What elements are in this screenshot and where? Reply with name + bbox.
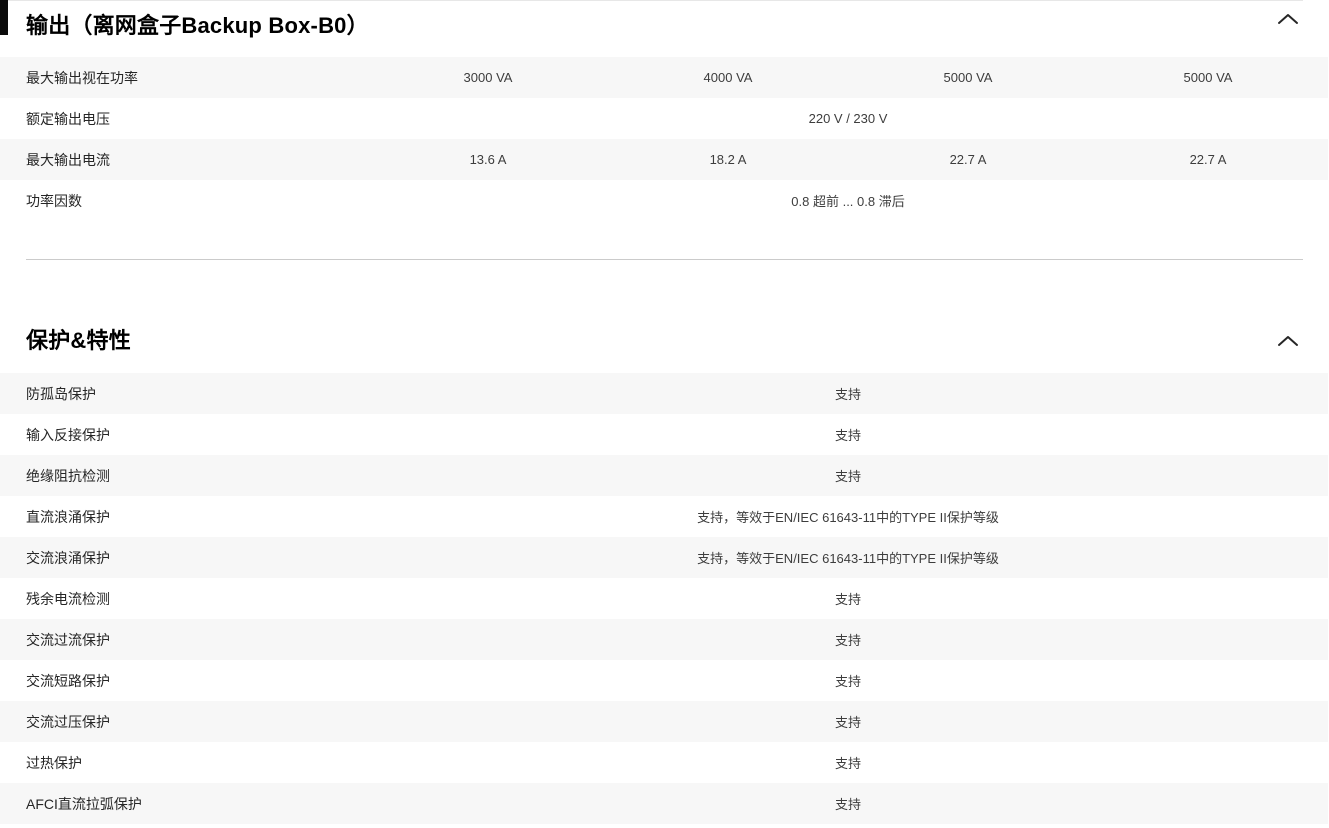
table-row: 交流短路保护 支持 — [0, 660, 1328, 701]
row-value: 220 V / 230 V — [368, 111, 1328, 126]
row-label: 最大输出电流 — [0, 150, 368, 170]
table-row: AFCI直流拉弧保护 支持 — [0, 783, 1328, 824]
spec-page: 输出（离网盒子Backup Box-B0） 最大输出视在功率 3000 VA 4… — [0, 0, 1329, 828]
section-divider — [26, 259, 1303, 260]
row-label: 功率因数 — [0, 191, 368, 211]
row-value: 5000 VA — [1088, 70, 1328, 85]
row-label: 交流浪涌保护 — [0, 548, 368, 568]
row-value: 支持 — [368, 589, 1328, 608]
row-value: 支持，等效于EN/IEC 61643-11中的TYPE II保护等级 — [368, 507, 1328, 526]
row-label: 过热保护 — [0, 753, 368, 773]
row-value: 支持 — [368, 466, 1328, 485]
section-output-title: 输出（离网盒子Backup Box-B0） — [26, 9, 1269, 42]
section-protection-title: 保护&特性 — [26, 324, 1269, 357]
row-value: 0.8 超前 ... 0.8 滞后 — [368, 191, 1328, 210]
chevron-up-icon — [1277, 334, 1299, 351]
row-value: 支持，等效于EN/IEC 61643-11中的TYPE II保护等级 — [368, 548, 1328, 567]
table-row: 交流过压保护 支持 — [0, 701, 1328, 742]
section-output-collapse-button[interactable] — [1276, 10, 1300, 30]
row-label: 额定输出电压 — [0, 109, 368, 129]
row-value: 支持 — [368, 630, 1328, 649]
row-value: 22.7 A — [1088, 152, 1328, 167]
table-row: 防孤岛保护 支持 — [0, 373, 1328, 414]
row-label: AFCI直流拉弧保护 — [0, 794, 368, 814]
row-value: 支持 — [368, 712, 1328, 731]
row-label: 防孤岛保护 — [0, 384, 368, 404]
row-value: 22.7 A — [848, 152, 1088, 167]
row-value: 4000 VA — [608, 70, 848, 85]
row-label: 交流过流保护 — [0, 630, 368, 650]
row-value: 支持 — [368, 384, 1328, 403]
table-row: 直流浪涌保护 支持，等效于EN/IEC 61643-11中的TYPE II保护等… — [0, 496, 1328, 537]
row-value: 13.6 A — [368, 152, 608, 167]
table-row: 残余电流检测 支持 — [0, 578, 1328, 619]
section-protection-header: 保护&特性 — [0, 324, 1329, 360]
protection-spec-table: 防孤岛保护 支持 输入反接保护 支持 绝缘阻抗检测 支持 直流浪涌保护 支持，等… — [0, 373, 1328, 824]
table-row: 额定输出电压 220 V / 230 V — [0, 98, 1328, 139]
row-value: 支持 — [368, 753, 1328, 772]
table-row: 最大输出视在功率 3000 VA 4000 VA 5000 VA 5000 VA — [0, 57, 1328, 98]
row-label: 绝缘阻抗检测 — [0, 466, 368, 486]
table-row: 交流过流保护 支持 — [0, 619, 1328, 660]
table-row: 过热保护 支持 — [0, 742, 1328, 783]
table-row: 最大输出电流 13.6 A 18.2 A 22.7 A 22.7 A — [0, 139, 1328, 180]
row-label: 交流过压保护 — [0, 712, 368, 732]
table-row: 交流浪涌保护 支持，等效于EN/IEC 61643-11中的TYPE II保护等… — [0, 537, 1328, 578]
row-label: 残余电流检测 — [0, 589, 368, 609]
chevron-up-icon — [1277, 12, 1299, 29]
row-value: 支持 — [368, 425, 1328, 444]
section-output-header: 输出（离网盒子Backup Box-B0） — [0, 0, 1329, 57]
row-value: 5000 VA — [848, 70, 1088, 85]
row-label: 交流短路保护 — [0, 671, 368, 691]
row-value: 3000 VA — [368, 70, 608, 85]
table-row: 功率因数 0.8 超前 ... 0.8 滞后 — [0, 180, 1328, 221]
row-label: 最大输出视在功率 — [0, 68, 368, 88]
screenshot-edge-artifact — [0, 0, 8, 35]
table-row: 输入反接保护 支持 — [0, 414, 1328, 455]
section-protection: 保护&特性 防孤岛保护 支持 输入反接保护 支持 绝缘阻抗检测 支持 — [0, 324, 1329, 824]
row-value: 18.2 A — [608, 152, 848, 167]
row-value: 支持 — [368, 794, 1328, 813]
section-output: 输出（离网盒子Backup Box-B0） 最大输出视在功率 3000 VA 4… — [0, 0, 1329, 221]
row-value: 支持 — [368, 671, 1328, 690]
table-row: 绝缘阻抗检测 支持 — [0, 455, 1328, 496]
row-label: 输入反接保护 — [0, 425, 368, 445]
output-spec-table: 最大输出视在功率 3000 VA 4000 VA 5000 VA 5000 VA… — [0, 57, 1328, 221]
section-protection-collapse-button[interactable] — [1276, 332, 1300, 352]
row-label: 直流浪涌保护 — [0, 507, 368, 527]
